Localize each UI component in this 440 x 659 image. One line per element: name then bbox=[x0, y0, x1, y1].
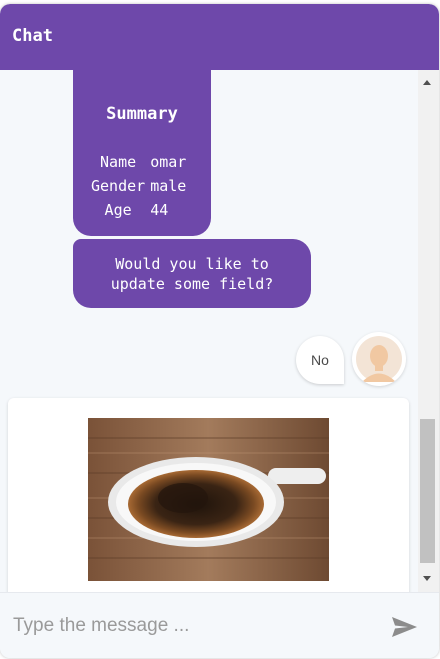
coffee-cup-image[interactable] bbox=[88, 418, 329, 581]
message-scrollbar[interactable] bbox=[418, 70, 439, 592]
summary-table: Name omar Gender male Age 44 bbox=[91, 150, 188, 222]
message-input[interactable] bbox=[0, 593, 380, 658]
summary-row-gender: Gender male bbox=[91, 174, 188, 198]
summary-value: 44 bbox=[150, 201, 169, 219]
user-avatar-icon bbox=[352, 332, 406, 386]
user-message: No bbox=[296, 336, 344, 384]
chat-header: Chat bbox=[0, 4, 439, 70]
summary-key: Name bbox=[100, 153, 137, 171]
scroll-down-arrow-icon[interactable] bbox=[423, 576, 431, 581]
summary-key: Gender bbox=[91, 177, 146, 195]
question-text: Would you like to update some field? bbox=[110, 255, 274, 293]
summary-title: Summary bbox=[106, 104, 178, 124]
chat-widget: Chat Summary Name omar Gender male Age 4… bbox=[0, 4, 439, 658]
summary-key: Age bbox=[104, 201, 132, 219]
scroll-thumb[interactable] bbox=[420, 419, 435, 563]
message-list[interactable]: Summary Name omar Gender male Age 44 Wou… bbox=[0, 70, 418, 592]
question-message: Would you like to update some field? bbox=[73, 239, 311, 308]
summary-value: omar bbox=[150, 153, 187, 171]
header-title: Chat bbox=[12, 26, 53, 46]
send-icon bbox=[392, 617, 417, 637]
scroll-up-arrow-icon[interactable] bbox=[423, 80, 431, 85]
summary-message: Summary Name omar Gender male Age 44 bbox=[73, 70, 211, 236]
summary-value: male bbox=[150, 177, 187, 195]
send-button[interactable] bbox=[386, 609, 422, 645]
image-message-card bbox=[8, 398, 409, 592]
summary-row-age: Age 44 bbox=[91, 198, 188, 222]
message-composer bbox=[0, 592, 439, 658]
summary-row-name: Name omar bbox=[91, 150, 188, 174]
